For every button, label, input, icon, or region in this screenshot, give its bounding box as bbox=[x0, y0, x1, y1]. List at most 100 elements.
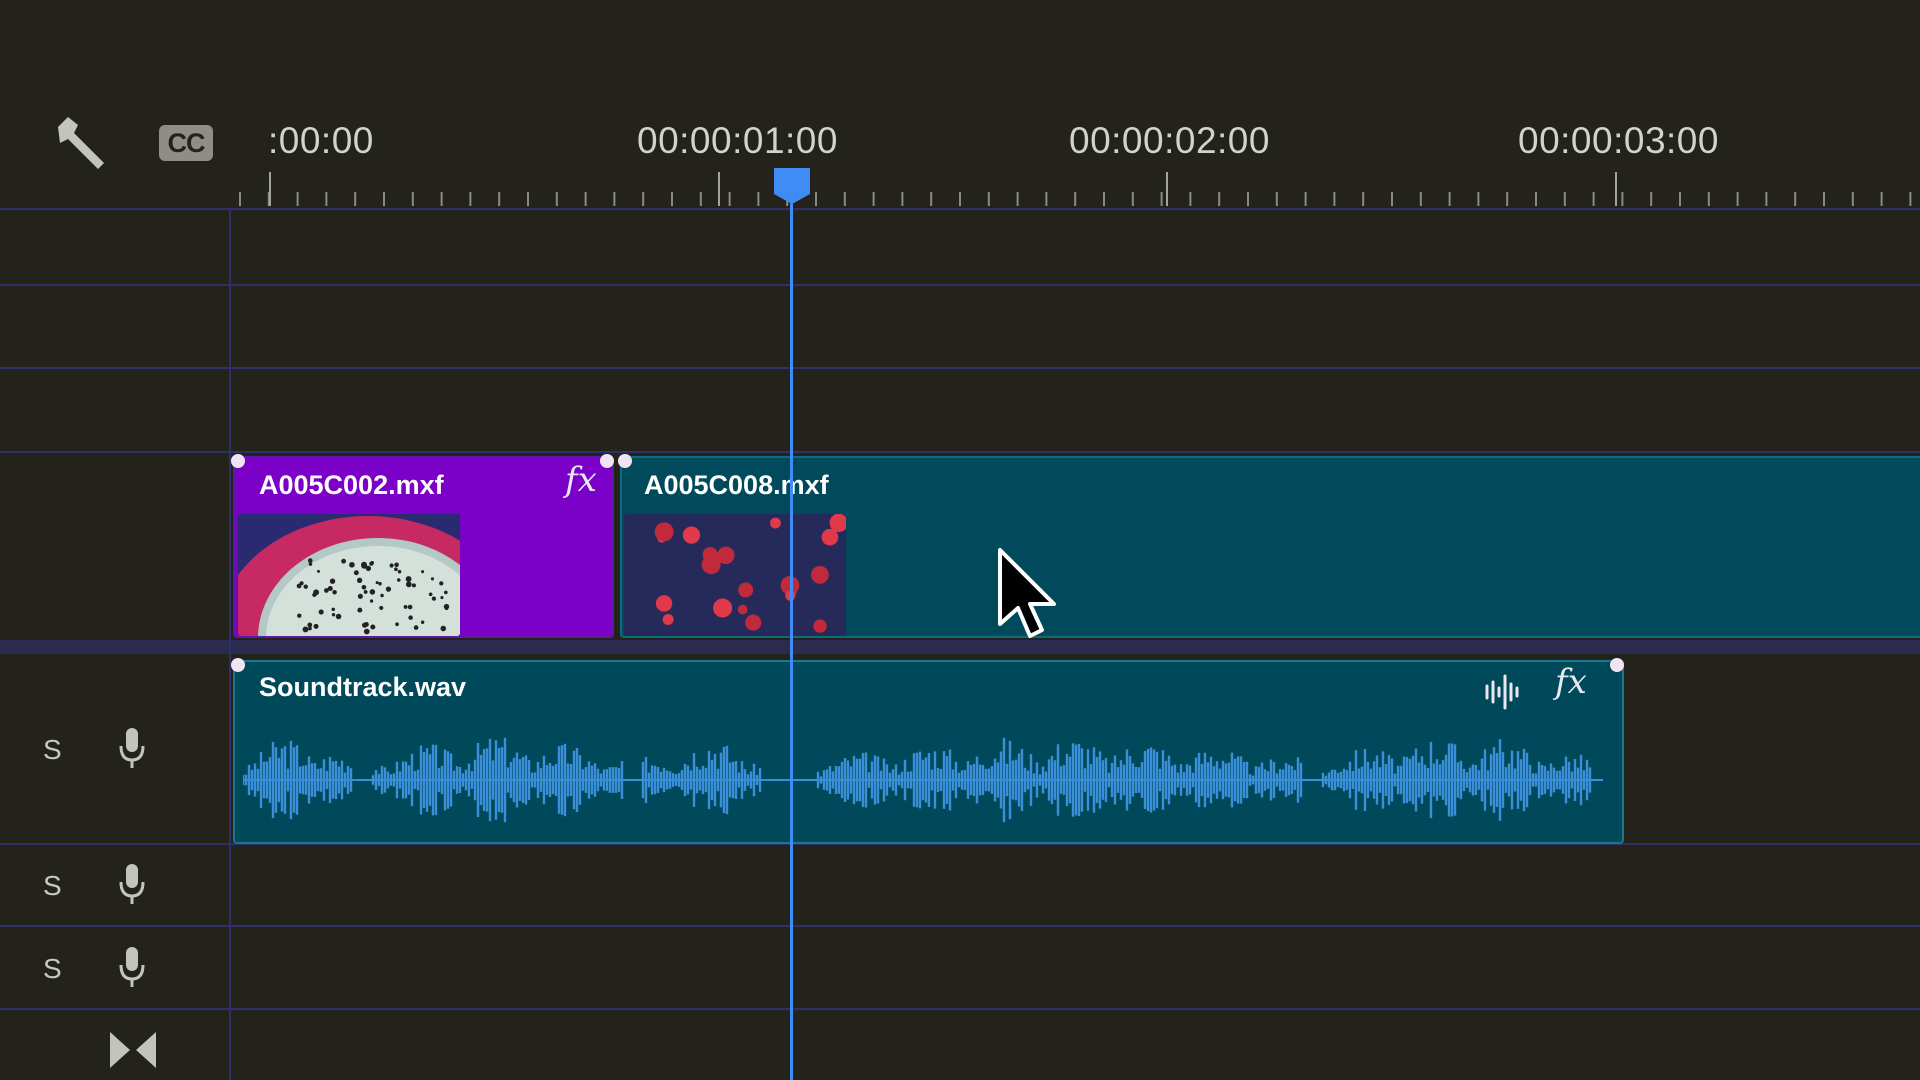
fx-badge: fx bbox=[565, 460, 597, 500]
seed-dot bbox=[380, 593, 384, 598]
seed-dot bbox=[439, 581, 444, 586]
seed-dot bbox=[361, 561, 367, 568]
seed-dot bbox=[307, 558, 313, 563]
waveform-peaks bbox=[243, 737, 1592, 823]
seed-dot bbox=[389, 563, 394, 568]
seed-dot bbox=[316, 569, 320, 573]
seed-dot bbox=[296, 583, 302, 589]
seed-dot bbox=[331, 607, 335, 612]
seed-dot bbox=[440, 625, 447, 632]
seed-dot bbox=[378, 582, 382, 586]
ruler-baseline bbox=[0, 208, 1920, 210]
clip-trim-handle[interactable] bbox=[618, 454, 632, 468]
seed-dot bbox=[357, 593, 363, 599]
audio-waveform bbox=[243, 737, 1603, 823]
video-clip[interactable]: A005C008.mxf bbox=[618, 454, 1920, 638]
seed-dot bbox=[369, 599, 374, 603]
seed-dot bbox=[385, 586, 392, 592]
seed-dot bbox=[444, 606, 449, 611]
seed-dot bbox=[394, 562, 399, 567]
seed-dot bbox=[356, 577, 363, 584]
seed-dot bbox=[413, 625, 419, 630]
seed-dot bbox=[369, 561, 374, 566]
seed-dot bbox=[329, 578, 336, 584]
seed-dot bbox=[365, 565, 372, 572]
seed-dot bbox=[303, 584, 308, 589]
seed-dot bbox=[440, 596, 444, 600]
waveform-icon[interactable] bbox=[1483, 672, 1523, 712]
track-divider bbox=[0, 925, 1920, 927]
video-clip[interactable]: A005C002.mxf fx bbox=[231, 454, 614, 638]
seed-dot bbox=[349, 561, 355, 568]
seed-dot bbox=[430, 577, 434, 581]
seed-dot bbox=[307, 622, 313, 628]
berry bbox=[811, 565, 829, 584]
seed-dot bbox=[397, 578, 401, 582]
berry bbox=[662, 613, 674, 625]
berry bbox=[813, 619, 827, 633]
berry bbox=[713, 598, 733, 618]
berry bbox=[655, 595, 673, 612]
seed-dot bbox=[405, 581, 412, 588]
seed-dot bbox=[363, 590, 368, 594]
playhead-handle[interactable] bbox=[774, 168, 810, 204]
solo-button[interactable]: S bbox=[43, 953, 62, 985]
clip-trim-handle[interactable] bbox=[231, 454, 245, 468]
wrench-icon[interactable] bbox=[52, 115, 112, 175]
seed-dot bbox=[403, 605, 408, 609]
microphone-icon[interactable] bbox=[116, 945, 148, 989]
seed-dot bbox=[327, 585, 333, 592]
playhead-line[interactable] bbox=[790, 196, 793, 1080]
seed-dot bbox=[332, 589, 337, 595]
track-header-divider bbox=[229, 210, 231, 1080]
berry bbox=[737, 604, 748, 615]
seed-dot bbox=[357, 607, 363, 613]
captions-button[interactable]: CC bbox=[159, 125, 213, 161]
seed-dot bbox=[313, 623, 319, 629]
seed-dot bbox=[370, 624, 376, 630]
seed-dot bbox=[302, 626, 309, 633]
microphone-icon[interactable] bbox=[116, 862, 148, 906]
track-divider bbox=[0, 451, 1920, 453]
seed-dot bbox=[335, 613, 342, 620]
timecode-label: :00:00 bbox=[268, 120, 374, 161]
seed-dot bbox=[411, 583, 416, 588]
berry bbox=[738, 582, 754, 598]
clip-thumbnail bbox=[238, 514, 460, 636]
solo-button[interactable]: S bbox=[43, 734, 62, 766]
audio-clip[interactable]: Soundtrack.wav fx bbox=[231, 658, 1624, 844]
clip-trim-handle[interactable] bbox=[600, 454, 614, 468]
timecode-label: 00:00:01:00 bbox=[637, 120, 838, 161]
clip-trim-handle[interactable] bbox=[231, 658, 245, 672]
berry bbox=[821, 528, 839, 546]
seed-dot bbox=[421, 570, 425, 574]
microphone-icon[interactable] bbox=[116, 726, 148, 770]
seed-dot bbox=[318, 609, 324, 615]
time-ruler[interactable] bbox=[235, 170, 1920, 210]
seed-dot bbox=[408, 615, 413, 620]
track-divider bbox=[0, 367, 1920, 369]
clip-name: A005C008.mxf bbox=[644, 470, 829, 500]
berry bbox=[709, 554, 722, 567]
seed-dot bbox=[379, 605, 384, 611]
video-audio-divider[interactable] bbox=[0, 640, 1920, 654]
seed-dot bbox=[375, 581, 379, 585]
seed-dot bbox=[331, 613, 336, 617]
sync-lock-icon[interactable] bbox=[108, 1030, 158, 1070]
seed-dot bbox=[312, 592, 317, 597]
seed-dot bbox=[428, 592, 433, 597]
timecode-label: 00:00:02:00 bbox=[1069, 120, 1270, 161]
seed-dot bbox=[405, 576, 412, 582]
clip-name: Soundtrack.wav bbox=[259, 672, 467, 702]
seed-dot bbox=[431, 596, 437, 601]
seed-dot bbox=[363, 628, 370, 635]
seed-dot bbox=[420, 620, 425, 624]
timecode-label: 00:00:03:00 bbox=[1518, 120, 1719, 161]
seed-dot bbox=[394, 567, 398, 572]
seed-dot bbox=[308, 626, 312, 631]
clip-thumbnail bbox=[624, 514, 846, 636]
seed-dot bbox=[407, 604, 413, 610]
clip-trim-handle[interactable] bbox=[1610, 658, 1624, 672]
solo-button[interactable]: S bbox=[43, 870, 62, 902]
berry bbox=[745, 614, 762, 631]
